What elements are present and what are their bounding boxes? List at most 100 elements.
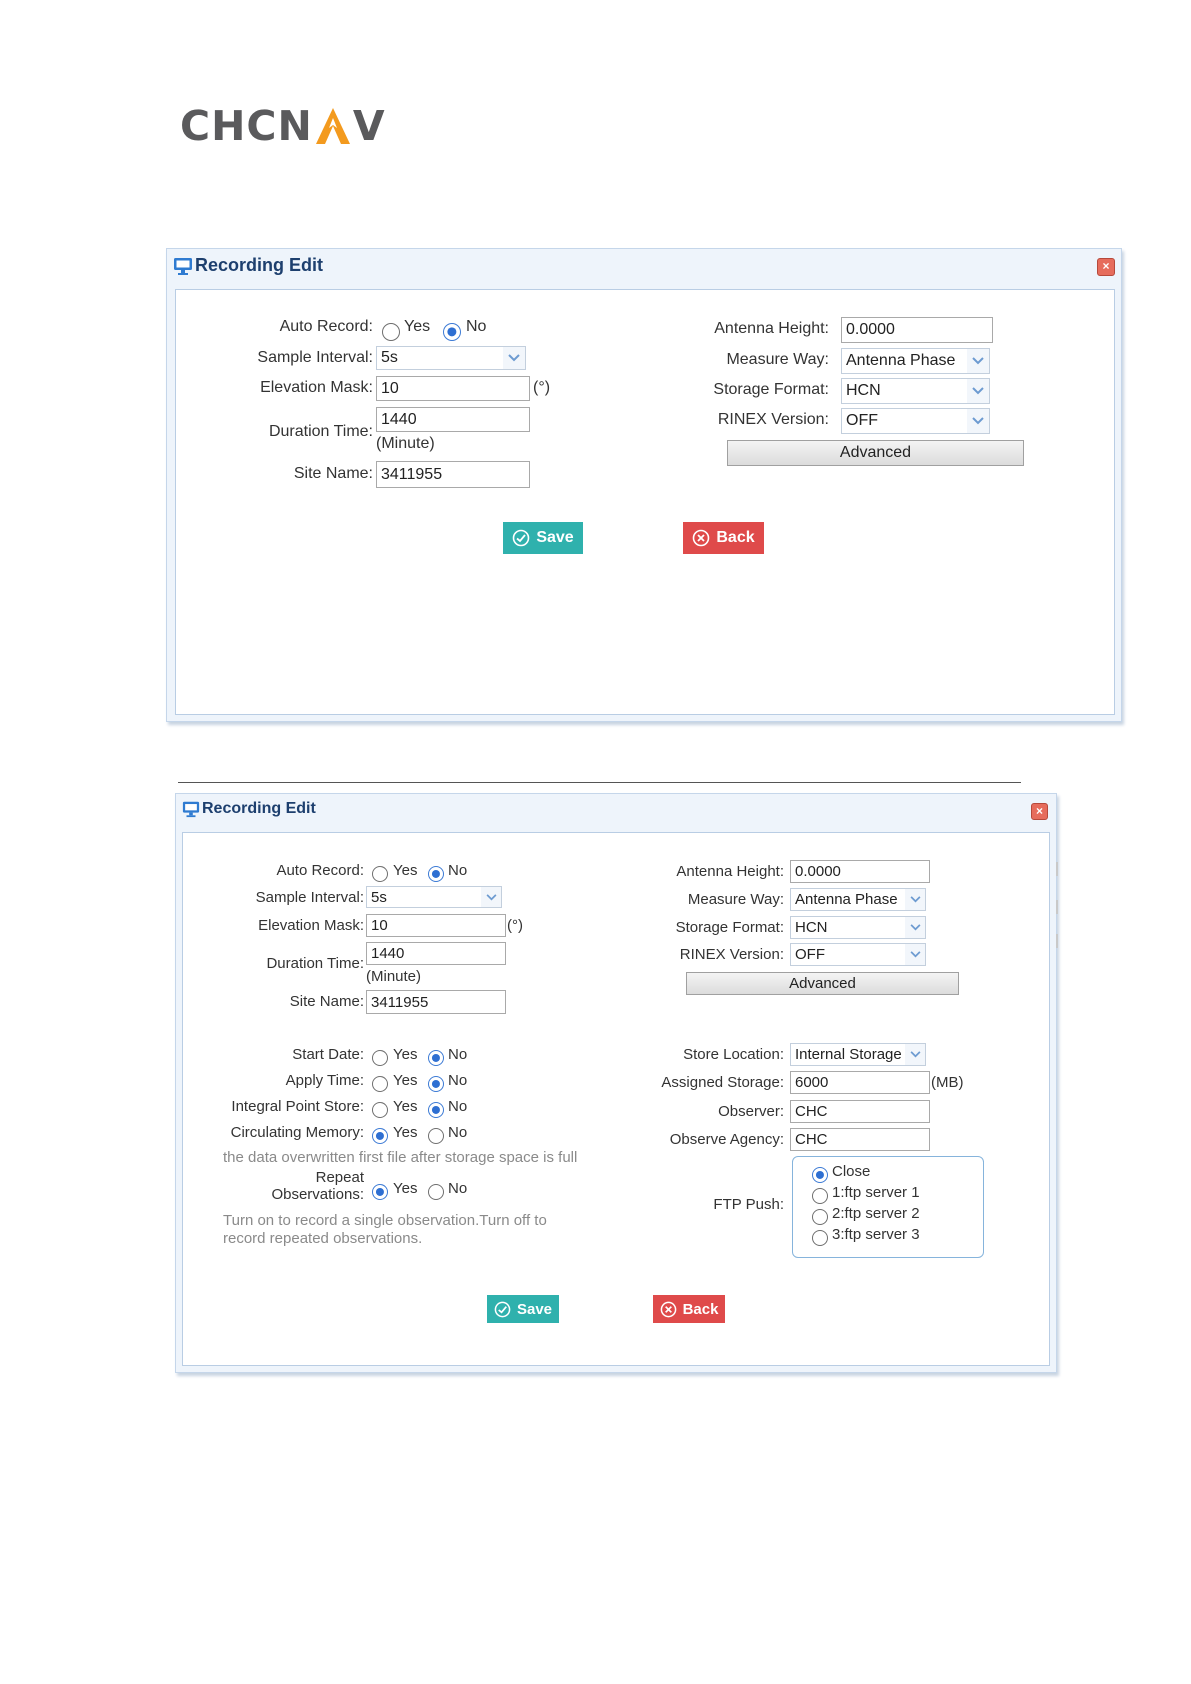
apply-time-yes-radio[interactable] — [372, 1076, 388, 1092]
sample-interval-select[interactable]: 5s — [376, 346, 526, 370]
measure-way-select[interactable]: Antenna Phase — [790, 888, 926, 911]
auto-record-yes-label: Yes — [404, 318, 431, 335]
close-button[interactable]: × — [1097, 258, 1115, 276]
store-location-label: Store Location: — [683, 1046, 784, 1063]
edge-mark — [1056, 900, 1058, 914]
auto-record-yes-radio[interactable] — [382, 323, 400, 341]
logo-text-left: CHCN — [180, 102, 313, 150]
apply-time-no-radio[interactable] — [428, 1076, 444, 1092]
storage-format-value: HCN — [795, 919, 828, 936]
storage-format-label: Storage Format: — [713, 381, 829, 398]
observer-label: Observer: — [718, 1103, 784, 1120]
circulating-memory-yes-label: Yes — [393, 1124, 418, 1141]
start-date-yes-label: Yes — [393, 1046, 418, 1063]
start-date-yes-radio[interactable] — [372, 1050, 388, 1066]
elevation-mask-input[interactable]: 10 — [376, 376, 530, 401]
antenna-height-input[interactable]: 0.0000 — [841, 317, 993, 343]
observer-input[interactable]: CHC — [790, 1100, 930, 1123]
repeat-observations-yes-label: Yes — [393, 1180, 418, 1197]
logo-a-mark-icon — [315, 108, 350, 144]
elevation-mask-input[interactable]: 10 — [366, 914, 506, 937]
duration-time-input[interactable]: 1440 — [366, 942, 506, 965]
auto-record-yes-radio[interactable] — [372, 866, 388, 882]
rinex-version-label: RINEX Version: — [717, 411, 829, 428]
auto-record-no-radio[interactable] — [428, 866, 444, 882]
rinex-version-value: OFF — [846, 412, 878, 429]
duration-time-label: Duration Time: — [268, 423, 373, 440]
integral-point-store-yes-radio[interactable] — [372, 1102, 388, 1118]
circulating-memory-no-label: No — [448, 1124, 468, 1141]
measure-way-label: Measure Way: — [687, 891, 784, 908]
auto-record-no-radio[interactable] — [443, 323, 461, 341]
elevation-mask-label: Elevation Mask: — [260, 379, 373, 396]
ftp-push-options: Close 1:ftp server 1 2:ftp server 2 3:ft… — [792, 1156, 984, 1258]
start-date-no-radio[interactable] — [428, 1050, 444, 1066]
repeat-observations-yes-radio[interactable] — [372, 1184, 388, 1200]
ftp-server-2-radio[interactable] — [812, 1209, 828, 1225]
check-circle-icon — [513, 529, 530, 547]
site-name-input[interactable]: 3411955 — [376, 461, 530, 488]
duration-time-unit: (Minute) — [366, 968, 422, 985]
auto-record-label: Auto Record: — [276, 862, 364, 879]
check-circle-icon — [494, 1301, 511, 1317]
antenna-height-input[interactable]: 0.0000 — [790, 860, 930, 883]
circulating-memory-yes-radio[interactable] — [372, 1128, 388, 1144]
edge-mark — [1056, 934, 1058, 948]
apply-time-yes-label: Yes — [393, 1072, 418, 1089]
chevron-down-icon — [905, 1044, 925, 1065]
chevron-down-icon — [503, 347, 525, 369]
assigned-storage-input[interactable]: 6000 — [790, 1071, 930, 1094]
storage-format-select[interactable]: HCN — [841, 378, 990, 404]
sample-interval-label: Sample Interval: — [255, 889, 364, 906]
integral-point-store-no-radio[interactable] — [428, 1102, 444, 1118]
auto-record-yes-label: Yes — [393, 862, 418, 879]
circulating-memory-no-radio[interactable] — [428, 1128, 444, 1144]
antenna-height-label: Antenna Height: — [676, 863, 784, 880]
dialog-title: Recording Edit — [195, 255, 324, 275]
save-button[interactable]: Save — [487, 1295, 559, 1323]
auto-record-no-label: No — [466, 318, 487, 335]
chevron-down-icon — [481, 887, 501, 907]
monitor-icon — [174, 257, 192, 275]
rinex-version-select[interactable]: OFF — [790, 943, 926, 966]
storage-format-select[interactable]: HCN — [790, 916, 926, 939]
chevron-down-icon — [967, 409, 989, 433]
ftp-close-radio[interactable] — [812, 1167, 828, 1183]
sample-interval-value: 5s — [381, 349, 398, 366]
apply-time-no-label: No — [448, 1072, 468, 1089]
store-location-select[interactable]: Internal Storage — [790, 1043, 926, 1066]
back-button[interactable]: Back — [683, 522, 764, 554]
advanced-button[interactable]: Advanced — [727, 440, 1024, 466]
ftp-server-3-radio[interactable] — [812, 1230, 828, 1246]
start-date-no-label: No — [448, 1046, 468, 1063]
close-button[interactable]: × — [1031, 803, 1048, 820]
chcnav-logo: CHCN V — [180, 102, 386, 150]
rinex-version-select[interactable]: OFF — [841, 408, 990, 434]
ftp-server-1-radio[interactable] — [812, 1188, 828, 1204]
observe-agency-input[interactable]: CHC — [790, 1128, 930, 1151]
site-name-label: Site Name: — [293, 465, 373, 482]
advanced-button[interactable]: Advanced — [686, 972, 959, 995]
sample-interval-select[interactable]: 5s — [366, 886, 502, 908]
storage-format-label: Storage Format: — [675, 919, 784, 936]
repeat-observations-no-label: No — [448, 1180, 468, 1197]
repeat-observations-hint-1: Turn on to record a single observation.T… — [223, 1212, 547, 1229]
edge-mark — [1056, 862, 1058, 876]
elevation-mask-label: Elevation Mask: — [258, 917, 364, 934]
sample-interval-value: 5s — [371, 888, 387, 906]
close-icon: × — [1035, 804, 1043, 818]
antenna-height-label: Antenna Height: — [714, 320, 829, 337]
site-name-input[interactable]: 3411955 — [366, 990, 506, 1014]
measure-way-select[interactable]: Antenna Phase — [841, 348, 990, 374]
repeat-observations-no-radio[interactable] — [428, 1184, 444, 1200]
sample-interval-label: Sample Interval: — [257, 349, 373, 366]
back-button[interactable]: Back — [653, 1295, 725, 1323]
elevation-mask-unit: (°) — [507, 917, 523, 934]
repeat-observations-hint-2: record repeated observations. — [223, 1230, 423, 1247]
save-button[interactable]: Save — [503, 522, 583, 554]
section-divider — [178, 782, 1021, 783]
ftp-server-2-label: 2:ftp server 2 — [832, 1205, 920, 1222]
duration-time-input[interactable]: 1440 — [376, 407, 530, 432]
logo-text-right: V — [352, 102, 386, 150]
auto-record-no-label: No — [448, 862, 468, 879]
